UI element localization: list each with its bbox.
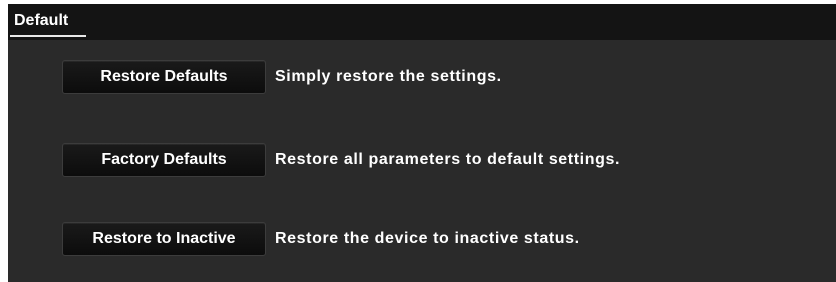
tab-header: Default — [8, 4, 836, 40]
restore-defaults-row: Restore Defaults Simply restore the sett… — [62, 60, 502, 94]
tab-default[interactable]: Default — [10, 11, 72, 37]
factory-defaults-description: Restore all parameters to default settin… — [275, 151, 621, 168]
default-settings-panel: Default Restore Defaults Simply restore … — [8, 4, 836, 282]
restore-to-inactive-button[interactable]: Restore to Inactive — [62, 222, 266, 256]
tab-default-label: Default — [14, 12, 69, 29]
tab-active-indicator — [10, 35, 86, 37]
restore-defaults-button[interactable]: Restore Defaults — [62, 60, 266, 94]
factory-defaults-button[interactable]: Factory Defaults — [62, 143, 266, 177]
factory-defaults-row: Factory Defaults Restore all parameters … — [62, 143, 620, 177]
restore-to-inactive-description: Restore the device to inactive status. — [275, 230, 580, 247]
restore-to-inactive-row: Restore to Inactive Restore the device t… — [62, 222, 580, 256]
restore-defaults-description: Simply restore the settings. — [275, 68, 502, 85]
